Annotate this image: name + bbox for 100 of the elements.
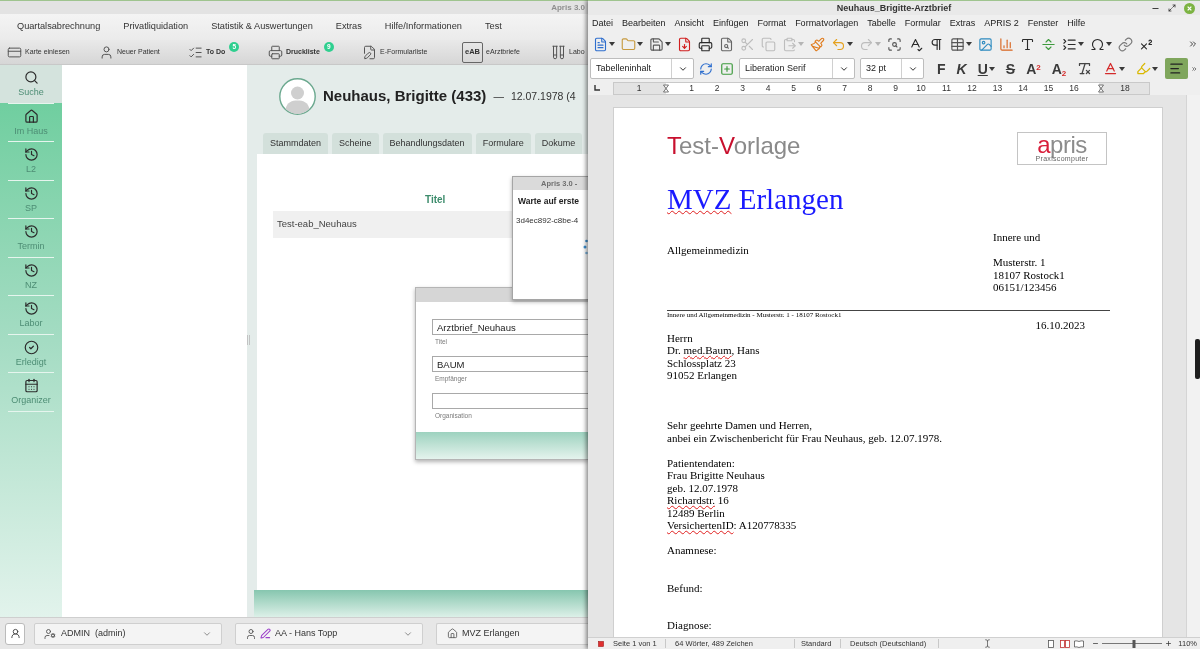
menu-item[interactable]: Tabelle xyxy=(867,16,896,31)
dropdown-caret-icon xyxy=(1106,42,1112,46)
zoom-slider[interactable] xyxy=(1102,639,1163,648)
dropdown-caret-icon xyxy=(1119,66,1126,71)
tab-stop-icon[interactable] xyxy=(594,85,600,91)
printer-icon xyxy=(268,44,283,60)
dropdown-caret-icon xyxy=(1152,66,1159,71)
splitter-handle-icon xyxy=(247,335,250,345)
section-heading: Befund: xyxy=(667,581,703,594)
format-button[interactable]: A$^{2}$ xyxy=(1022,58,1045,79)
format-button[interactable]: F xyxy=(933,58,950,79)
highlighter-icon xyxy=(1136,61,1152,76)
menu-item[interactable]: Test xyxy=(484,20,502,34)
text-field[interactable]: Arztbrief_Neuhaus xyxy=(432,319,588,335)
list-icon xyxy=(1062,36,1077,52)
format-button[interactable]: K xyxy=(952,58,971,79)
zoom-slider-thumb[interactable] xyxy=(1132,639,1136,648)
sender-address: Musterstr. 1 18107 Rostock1 06151/123456 xyxy=(993,256,1065,294)
menu-item[interactable]: Quartalsabrechnung xyxy=(17,20,101,34)
text-field[interactable] xyxy=(432,393,588,409)
menu-item[interactable]: Format xyxy=(757,16,787,31)
menu-item[interactable]: Privatliquidation xyxy=(123,20,189,34)
font-size-dropdown[interactable]: 32 pt xyxy=(860,58,924,79)
menu-item[interactable]: Formatvorlagen xyxy=(795,16,859,31)
paragraph-style-dropdown[interactable]: Tabelleninhalt xyxy=(590,58,694,79)
table-icon xyxy=(950,36,965,52)
dropdown-caret-icon xyxy=(1078,42,1084,46)
single-page-view-icon[interactable] xyxy=(1046,639,1057,648)
format-button[interactable]: S xyxy=(1001,58,1020,79)
tab[interactable]: Formulare xyxy=(475,133,531,154)
ruler-number: 13 xyxy=(992,82,1003,94)
bar-chart-icon xyxy=(999,36,1014,52)
save-icon xyxy=(649,36,664,52)
letter-text: Sehr geehrte Damen und Herren, anbei ein Zwischenbericht für Frau Neuhaus, geb. 12.07.1978. xyxy=(667,419,942,444)
history-clock-icon xyxy=(23,301,39,317)
ruler-number: 12 xyxy=(967,82,977,94)
separator-dash: — xyxy=(493,88,504,104)
image-icon xyxy=(978,36,993,52)
format-button[interactable]: A$_{2}$ xyxy=(1047,58,1071,79)
zoom-out-icon[interactable] xyxy=(1092,640,1100,647)
section-heading: Diagnose: xyxy=(667,619,712,631)
spellcheck-icon xyxy=(908,36,923,52)
scrollbar[interactable] xyxy=(1186,95,1200,637)
menu-item[interactable]: Extras xyxy=(949,16,976,31)
menu-item[interactable]: Formular xyxy=(904,16,941,31)
tab[interactable]: Behandlungsdaten xyxy=(382,133,472,154)
ruler-number: 1 xyxy=(636,82,642,94)
menu-item[interactable]: Hilfe xyxy=(1067,16,1086,31)
more-icon[interactable] xyxy=(1188,39,1198,49)
menu-item[interactable]: Datei xyxy=(592,16,613,31)
calendar-icon xyxy=(23,378,39,394)
dropdown-caret-icon xyxy=(637,42,643,46)
search-icon xyxy=(887,36,902,52)
scrollbar-thumb[interactable] xyxy=(1195,339,1200,379)
birth-date: 12.07.1978 (4 xyxy=(510,88,576,104)
menu-item[interactable]: Fenster xyxy=(1027,16,1059,31)
menu-item[interactable]: Extras xyxy=(335,20,362,34)
ruler-number: 1 xyxy=(689,82,694,94)
menu-item[interactable]: Bearbeiten xyxy=(622,16,666,31)
ruler[interactable]: 1 1 2 3 4 5 6 7 8 9 10 11 12 13 14 15 16 18 xyxy=(613,81,1150,95)
history-clock-icon xyxy=(23,224,39,240)
close-icon[interactable] xyxy=(1184,2,1195,14)
document-magnifier-icon xyxy=(719,36,734,52)
margin-marker-icon[interactable] xyxy=(1098,83,1104,93)
menu-item[interactable]: Hilfe/Informationen xyxy=(384,20,462,34)
tab[interactable]: Scheine xyxy=(332,133,379,154)
redo-icon xyxy=(859,36,874,52)
scissors-icon xyxy=(740,36,755,52)
ruler-number: 8 xyxy=(867,82,873,94)
multi-page-view-icon[interactable] xyxy=(1060,639,1071,648)
ruler-number: 16 xyxy=(1069,82,1079,94)
pen-icon xyxy=(260,628,271,639)
history-clock-icon xyxy=(23,147,39,163)
menu-item[interactable]: APRIS 2 xyxy=(984,16,1019,31)
tab[interactable]: Stammdaten xyxy=(263,133,329,154)
book-view-icon[interactable] xyxy=(1074,639,1085,648)
menu-item[interactable]: Statistik & Auswertungen xyxy=(211,20,313,34)
format-button[interactable]: U xyxy=(973,58,999,79)
text-field[interactable]: BAUM xyxy=(432,356,588,372)
menu-item[interactable]: Einfügen xyxy=(713,16,749,31)
profile-button[interactable] xyxy=(5,622,25,645)
folder-icon xyxy=(621,36,636,52)
margin-marker-icon[interactable] xyxy=(663,83,669,93)
ruler-number: 2 xyxy=(714,82,720,94)
copy-icon xyxy=(761,36,776,52)
zoom-in-icon[interactable] xyxy=(1165,640,1173,647)
font-name-dropdown[interactable]: Liberation Serif xyxy=(739,58,855,79)
ruler-number: 18 xyxy=(1120,82,1130,94)
menu-item[interactable]: Ansicht xyxy=(674,16,705,31)
format-button[interactable] xyxy=(1165,58,1189,79)
avatar-icon xyxy=(279,78,316,115)
user-dropdown[interactable]: ADMIN (admin) xyxy=(34,622,222,645)
practice-name: MVZ Erlangen xyxy=(667,183,845,215)
doctor-dropdown[interactable]: AA - Hans Topp xyxy=(235,622,423,645)
paintbrush-icon xyxy=(810,36,825,52)
location-dropdown[interactable]: MVZ Erlangen xyxy=(436,622,588,645)
resize-icon[interactable] xyxy=(1168,4,1176,12)
tab[interactable]: Dokume xyxy=(534,133,583,154)
ruler-number: 9 xyxy=(893,82,898,94)
link-icon xyxy=(1118,36,1133,52)
